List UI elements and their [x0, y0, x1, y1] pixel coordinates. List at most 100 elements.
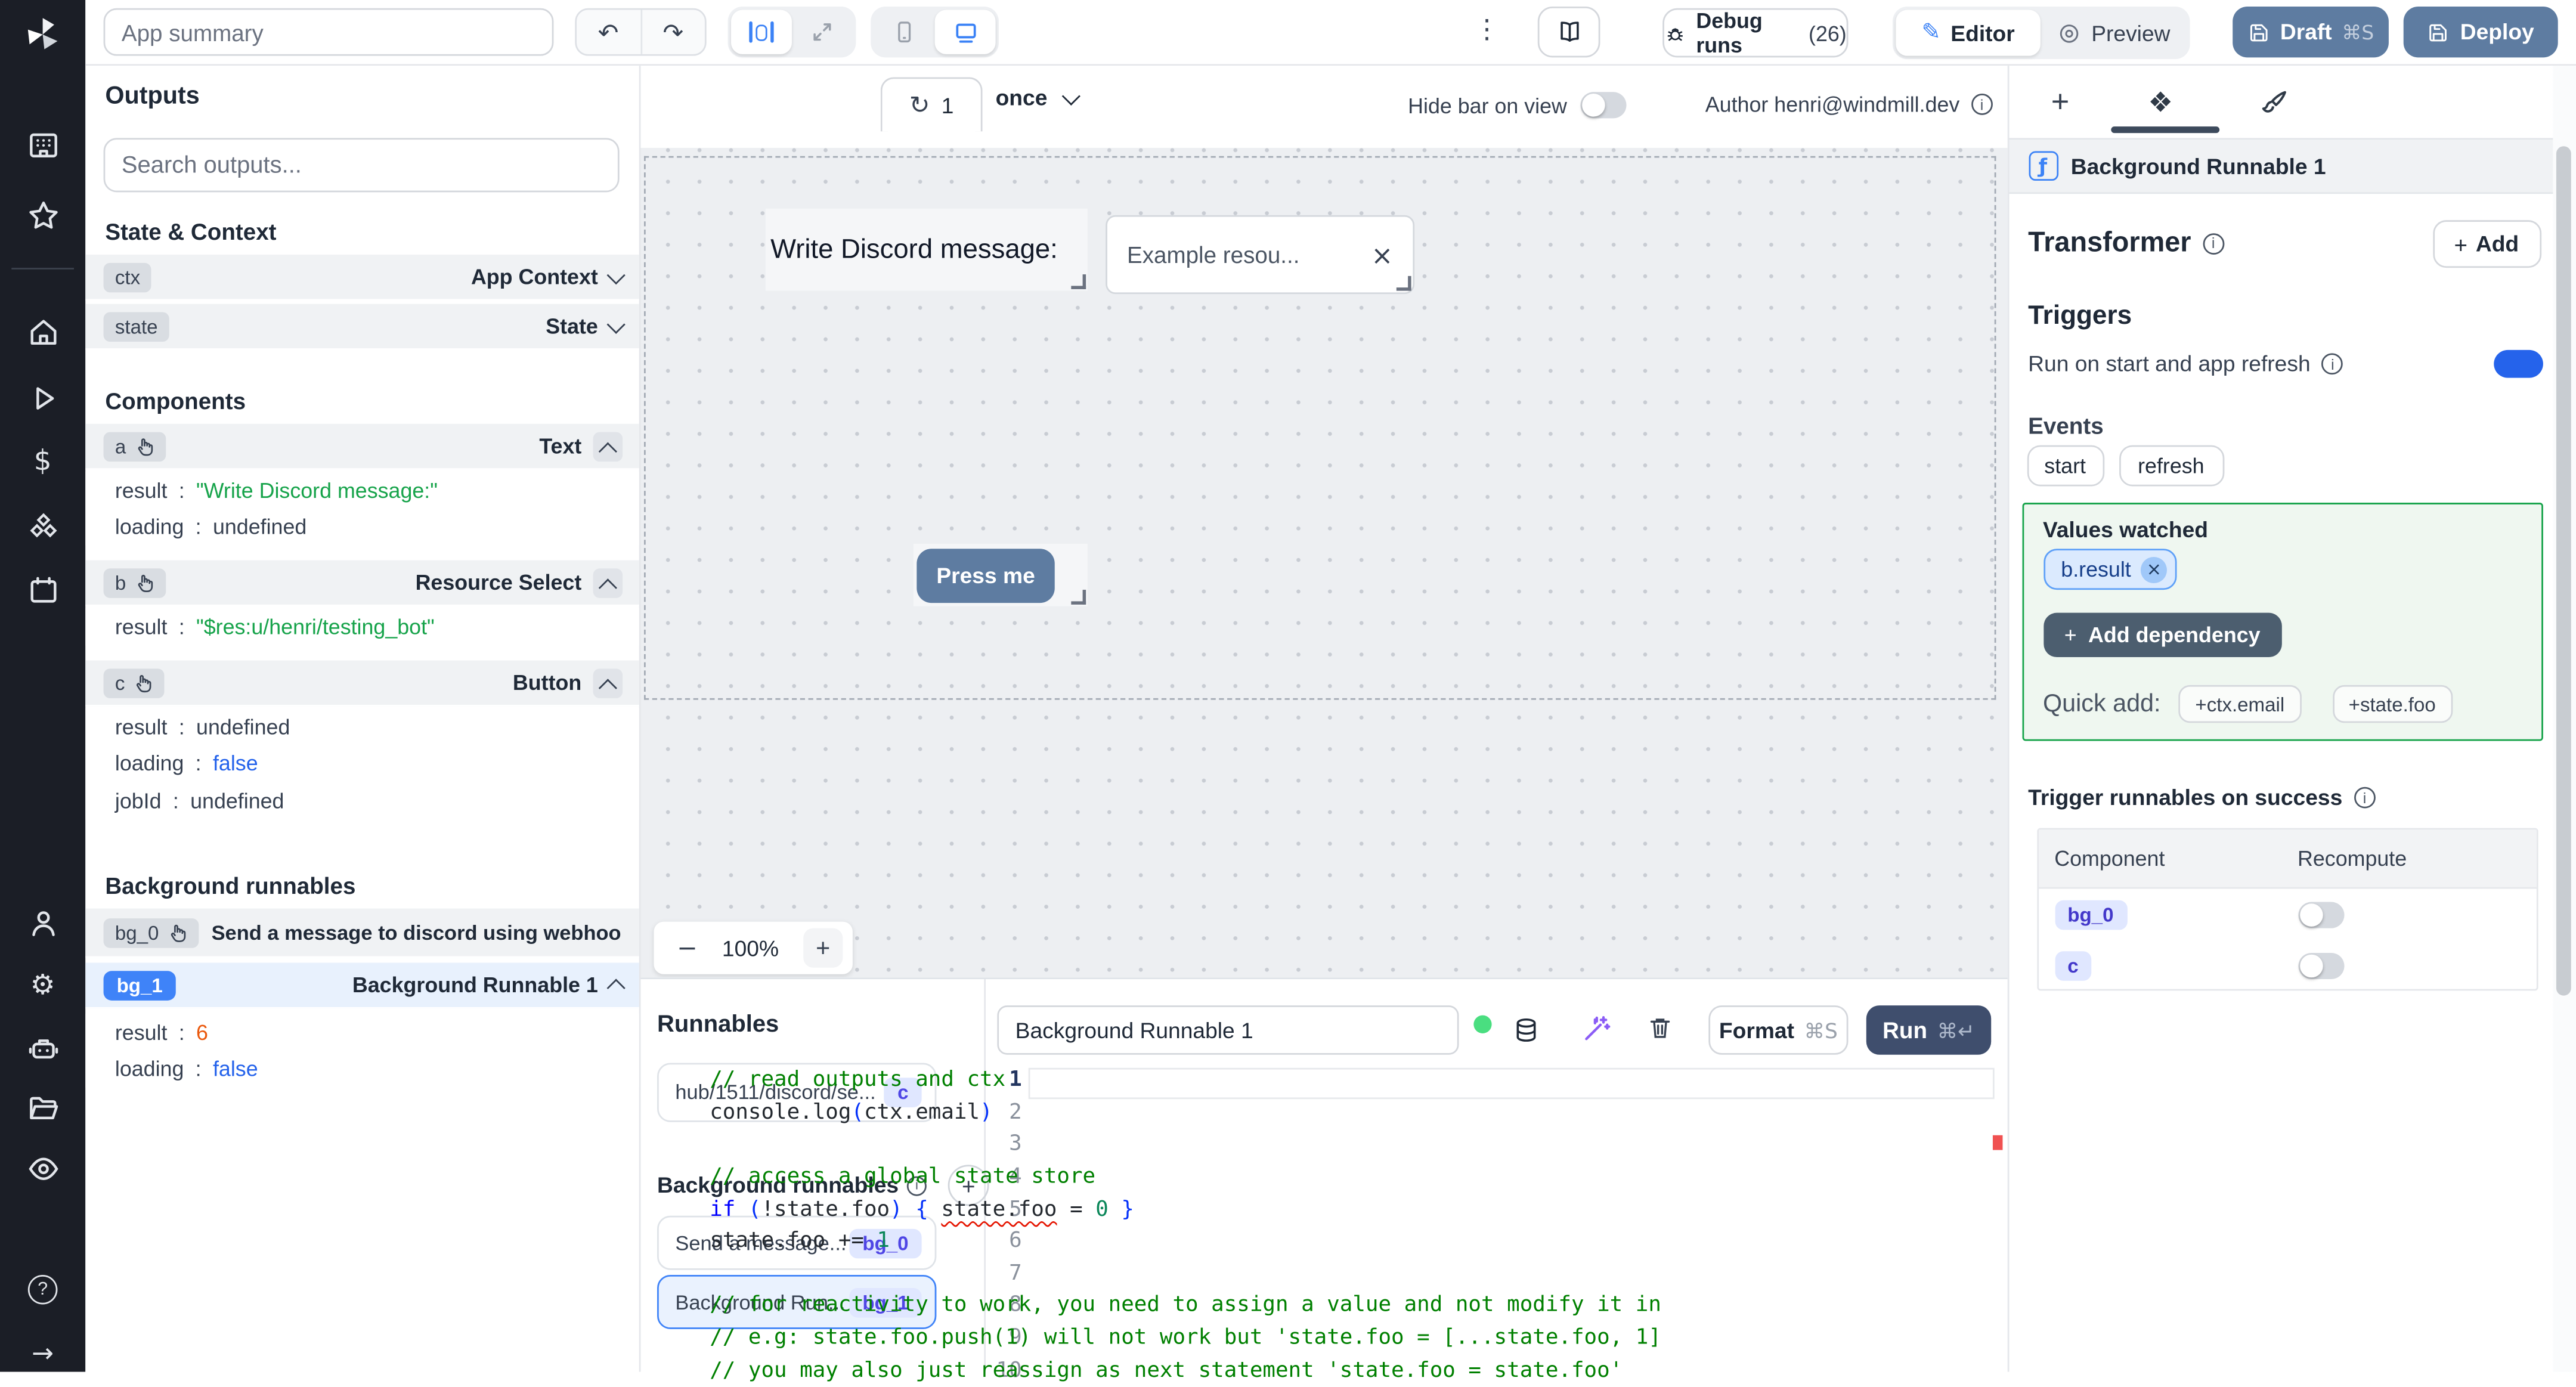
output-row-bg1-selected[interactable]: bg_1 Background Runnable 1 — [85, 962, 639, 1009]
state-badge: state — [103, 311, 169, 341]
run-on-start-toggle[interactable] — [2493, 349, 2543, 378]
schedules-calendar-icon[interactable] — [0, 570, 85, 609]
remove-dependency-icon[interactable]: × — [2141, 556, 2168, 583]
selected-runnable-header: ƒ Background Runnable 1 — [2008, 138, 2553, 194]
events-label: Events — [2028, 412, 2104, 439]
tab-styling-brush-icon[interactable] — [2258, 87, 2289, 118]
add-transformer-button[interactable]: + Add — [2432, 220, 2541, 268]
kv-row: result:6 — [85, 1013, 639, 1051]
hide-bar-toggle[interactable] — [1580, 92, 1627, 119]
help-icon[interactable]: ? — [0, 1270, 85, 1309]
search-outputs-input[interactable] — [103, 138, 620, 193]
home-icon[interactable] — [0, 312, 85, 351]
zoom-level: 100% — [722, 936, 779, 961]
text-component[interactable]: Write Discord message: — [765, 208, 1088, 291]
debug-runs-label: Debug runs — [1696, 8, 1763, 58]
collapse-toggle[interactable] — [593, 431, 623, 461]
refresh-mode-dropdown[interactable]: once — [996, 85, 1080, 110]
runnable-title-input[interactable] — [997, 1005, 1459, 1055]
scrollbar-thumb[interactable] — [2556, 146, 2571, 996]
ai-wand-icon[interactable] — [1580, 1014, 1611, 1045]
settings-gear-icon[interactable]: ⚙ — [0, 966, 85, 1005]
fullscreen-icon[interactable] — [792, 10, 853, 54]
resize-handle[interactable] — [1071, 590, 1086, 605]
docs-book-button[interactable] — [1537, 7, 1600, 58]
users-person-icon[interactable] — [0, 903, 85, 943]
app-summary-input[interactable] — [103, 8, 554, 56]
resize-handle[interactable] — [1071, 274, 1086, 289]
a-badge: a — [103, 431, 166, 461]
table-header-row: Component Recompute — [2038, 829, 2536, 889]
deploy-button[interactable]: Deploy — [2403, 7, 2558, 58]
refresh-count-box[interactable]: ↻ 1 — [880, 77, 983, 132]
rail-divider — [11, 268, 74, 270]
run-button[interactable]: Run ⌘↵ — [1866, 1005, 1992, 1055]
info-icon[interactable]: i — [1971, 94, 1993, 115]
canvas-grid[interactable]: Write Discord message: Example resou... … — [640, 147, 2007, 978]
recompute-toggle[interactable] — [2298, 901, 2344, 928]
zoom-control: − 100% + — [654, 921, 853, 974]
info-icon[interactable]: i — [2354, 787, 2376, 809]
resources-cubes-icon[interactable] — [0, 506, 85, 546]
workers-robot-icon[interactable] — [0, 1030, 85, 1069]
draft-button[interactable]: Draft ⌘S — [2233, 7, 2389, 58]
favorites-star-icon[interactable] — [0, 196, 85, 235]
info-icon[interactable]: i — [2321, 353, 2343, 375]
collapse-arrow-icon[interactable]: → — [0, 1332, 85, 1371]
folders-icon[interactable] — [0, 1088, 85, 1127]
component-row-a[interactable]: a Text — [85, 423, 639, 470]
cache-database-icon[interactable] — [1512, 1016, 1541, 1045]
redo-icon[interactable]: ↷ — [642, 10, 705, 54]
windmill-logo-icon[interactable] — [0, 13, 85, 56]
outputs-panel: Outputs State & Context ctx App Context … — [85, 66, 641, 1373]
table-row: bg_0 — [2038, 889, 2536, 940]
pointer-hand-icon — [170, 924, 185, 942]
tab-settings-components-icon[interactable]: ❖ — [2148, 87, 2173, 120]
collapse-toggle[interactable] — [593, 667, 623, 698]
mobile-icon[interactable] — [874, 10, 935, 54]
zoom-in-button[interactable]: + — [803, 928, 843, 968]
chevron-down-icon[interactable] — [606, 314, 626, 333]
runs-play-icon[interactable] — [0, 378, 85, 417]
info-icon[interactable]: i — [2202, 232, 2224, 254]
press-me-button[interactable]: Press me — [917, 547, 1055, 602]
code-lines[interactable]: // read outputs and ctx console.log(ctx.e… — [710, 1065, 1662, 1387]
debug-runs-button[interactable]: Debug runs (26) — [1662, 8, 1849, 58]
recompute-toggle[interactable] — [2298, 952, 2344, 979]
center-align-icon[interactable] — [731, 10, 792, 54]
component-row-c[interactable]: c Button — [85, 660, 639, 707]
clear-selection-icon[interactable]: × — [1371, 239, 1393, 270]
quick-add-ctx-email[interactable]: +ctx.email — [2178, 685, 2301, 723]
undo-icon[interactable]: ↶ — [577, 10, 642, 54]
collapse-toggle[interactable] — [593, 567, 623, 597]
workspace-icon[interactable] — [0, 125, 85, 164]
event-chip-start[interactable]: start — [2026, 445, 2104, 487]
tab-insert-plus-icon[interactable]: + — [2051, 85, 2070, 122]
chevron-down-icon[interactable] — [606, 265, 626, 284]
output-row-bg0[interactable]: bg_0 Send a message to discord using web… — [85, 908, 639, 958]
resource-select-component[interactable]: Example resou... × — [1106, 215, 1415, 295]
settings-panel: + ❖ ƒ Background Runnable 1 Transformer … — [2007, 66, 2553, 1373]
delete-trash-icon[interactable] — [1646, 1014, 1674, 1042]
refresh-icon[interactable]: ↻ — [909, 91, 930, 120]
quick-add-state-foo[interactable]: +state.foo — [2332, 685, 2453, 723]
tab-editor[interactable]: ✎ Editor — [1896, 10, 2041, 56]
scrollbar-track[interactable] — [2552, 66, 2576, 1373]
event-chip-refresh[interactable]: refresh — [2118, 445, 2224, 487]
chevron-up-icon[interactable] — [606, 977, 626, 997]
undo-redo-group: ↶ ↷ — [575, 8, 707, 56]
component-row-b[interactable]: b Resource Select — [85, 560, 639, 606]
variables-dollar-icon[interactable]: $ — [0, 442, 85, 481]
output-row-state[interactable]: state State — [85, 304, 639, 350]
audit-eye-icon[interactable] — [0, 1148, 85, 1188]
floppy-icon — [2430, 23, 2448, 41]
format-button[interactable]: Format ⌘S — [1708, 1005, 1849, 1055]
desktop-icon[interactable] — [934, 10, 996, 54]
add-dependency-button[interactable]: + Add dependency — [2042, 612, 2282, 658]
output-row-ctx[interactable]: ctx App Context — [85, 255, 639, 301]
more-options-kebab-icon[interactable]: ⋮ — [1473, 13, 1500, 44]
tab-preview[interactable]: Preview — [2041, 10, 2187, 56]
zoom-out-button[interactable]: − — [677, 933, 698, 963]
watched-value-chip[interactable]: b.result × — [2042, 549, 2177, 590]
resize-handle[interactable] — [1396, 275, 1411, 291]
